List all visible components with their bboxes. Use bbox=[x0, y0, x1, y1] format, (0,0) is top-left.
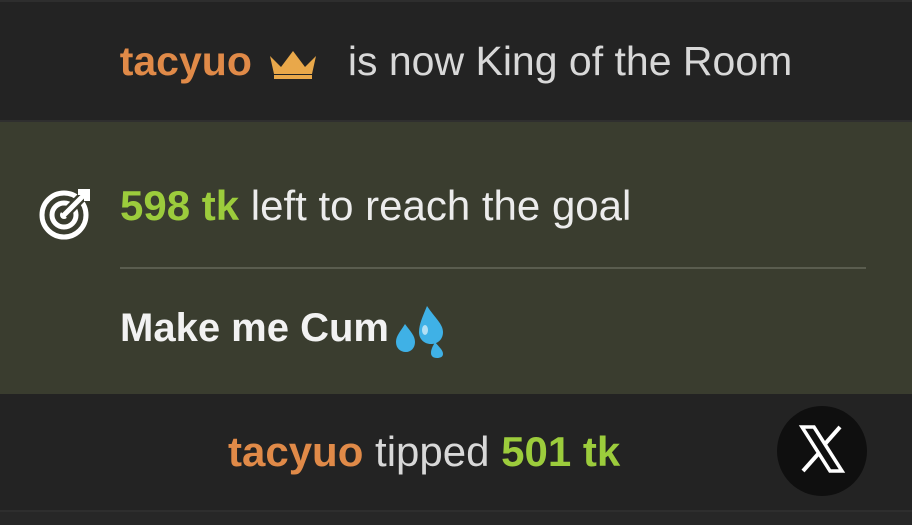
goal-title: Make me Cum bbox=[120, 300, 449, 358]
goal-title-text: Make me Cum bbox=[120, 305, 389, 350]
tip-message: tacyuo tipped 501 tk bbox=[228, 428, 620, 476]
close-x-icon bbox=[796, 423, 848, 480]
bottom-edge bbox=[0, 512, 912, 525]
goal-progress-text: 598 tk left to reach the goal bbox=[120, 182, 631, 230]
king-message: is now King of the Room bbox=[347, 37, 793, 84]
tip-action: tipped bbox=[375, 428, 490, 475]
king-username[interactable]: tacyuo bbox=[120, 38, 252, 85]
king-of-room-banner: tacyuo is now King of the Room bbox=[0, 0, 912, 122]
goal-remaining-amount: 598 tk bbox=[120, 182, 240, 229]
tip-notification: tacyuo tipped 501 tk bbox=[0, 394, 912, 512]
sweat-droplets-icon bbox=[391, 302, 449, 358]
crown-icon bbox=[268, 43, 318, 79]
tip-amount: 501 tk bbox=[501, 428, 621, 475]
goal-divider bbox=[120, 267, 866, 269]
goal-panel: 598 tk left to reach the goal Make me Cu… bbox=[0, 122, 912, 394]
target-goal-icon bbox=[38, 185, 94, 241]
goal-remaining-label: left to reach the goal bbox=[250, 182, 632, 229]
close-button[interactable] bbox=[777, 406, 867, 496]
tipper-username[interactable]: tacyuo bbox=[228, 428, 363, 475]
